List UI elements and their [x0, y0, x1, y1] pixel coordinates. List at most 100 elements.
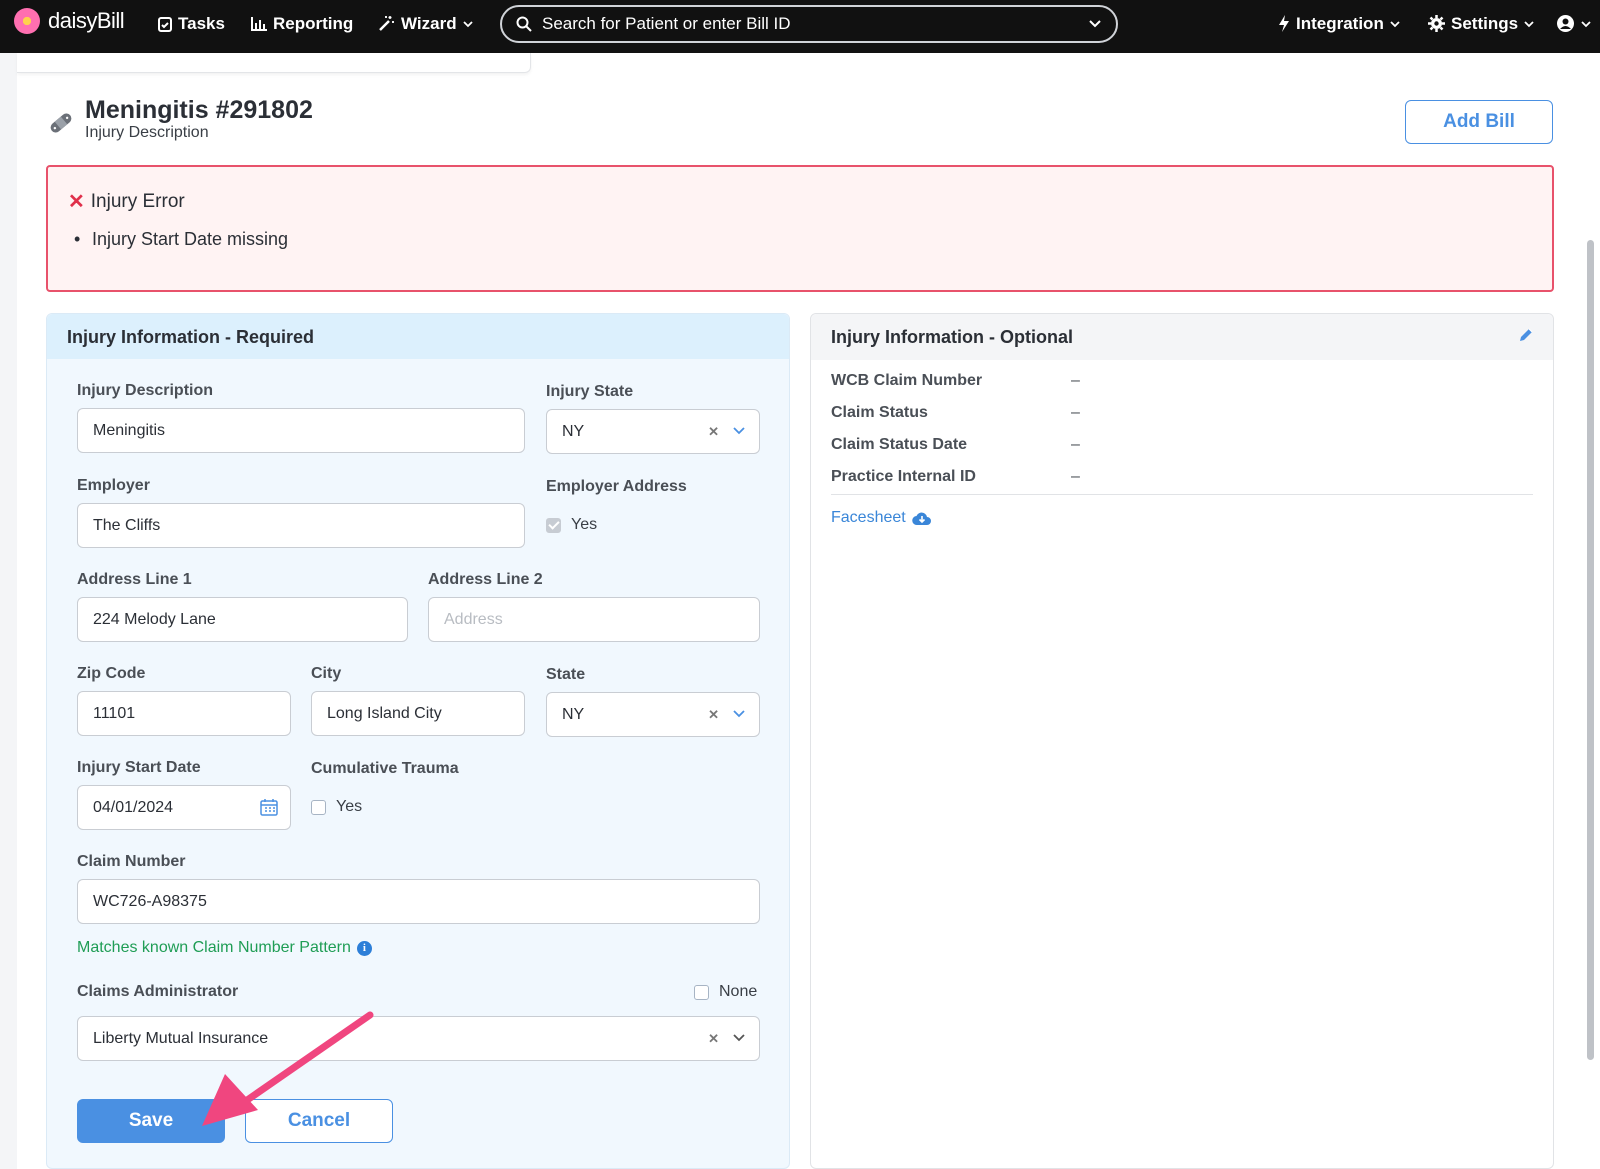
optional-row-label: Claim Status Date	[831, 436, 968, 453]
injury-start-date-label: Injury Start Date	[77, 759, 201, 776]
address-line-1-input[interactable]: 224 Melody Lane	[77, 597, 408, 642]
page-subtitle: Injury Description	[85, 124, 209, 141]
nav-wizard[interactable]: Wizard	[378, 0, 473, 47]
bandage-icon	[50, 113, 72, 133]
required-panel-title: Injury Information - Required	[47, 314, 789, 359]
cloud-download-icon	[911, 512, 931, 525]
chevron-down-icon[interactable]	[1088, 19, 1102, 29]
page-title: Meningitis #291802	[85, 96, 313, 124]
optional-row-value: –	[1071, 468, 1080, 485]
employer-address-checkbox[interactable]: Yes	[546, 516, 597, 534]
error-title: ✕ Injury Error	[68, 189, 185, 214]
optional-info-panel: Injury Information - Optional WCB Claim …	[810, 313, 1554, 1169]
claims-administrator-label: Claims Administrator	[77, 983, 239, 1000]
error-alert: ✕ Injury Error Injury Start Date missing	[46, 165, 1554, 292]
add-bill-button[interactable]: Add Bill	[1405, 100, 1553, 144]
chevron-down-icon	[1390, 20, 1400, 27]
nav-wizard-label: Wizard	[401, 13, 457, 33]
employer-input[interactable]: The Cliffs	[77, 503, 525, 548]
user-menu[interactable]	[1556, 0, 1591, 47]
calendar-icon[interactable]	[260, 798, 278, 816]
chevron-down-icon	[462, 20, 473, 27]
chevron-down-icon[interactable]	[731, 1029, 747, 1045]
injury-description-input[interactable]: Meningitis	[77, 408, 525, 453]
gear-icon	[1428, 15, 1445, 32]
claim-number-input[interactable]: WC726-A98375	[77, 879, 760, 924]
save-button[interactable]: Save	[77, 1099, 225, 1143]
claims-admin-none-label: None	[719, 983, 758, 1000]
chevron-down-icon	[1581, 20, 1591, 27]
optional-panel-title-text: Injury Information - Optional	[831, 327, 1073, 347]
address-line-2-input[interactable]: Address	[428, 597, 760, 642]
cumulative-trauma-option: Yes	[336, 798, 363, 815]
optional-row-value: –	[1071, 404, 1080, 421]
cumulative-trauma-checkbox[interactable]: Yes	[311, 798, 362, 816]
error-title-text: Injury Error	[90, 190, 185, 212]
clear-icon[interactable]: ✕	[708, 424, 719, 440]
optional-row-label: Practice Internal ID	[831, 468, 976, 485]
search-icon	[516, 16, 532, 32]
info-icon[interactable]: i	[356, 940, 372, 956]
nav-reporting-label: Reporting	[273, 13, 354, 33]
logo-text: daisyBill	[48, 8, 125, 33]
facesheet-link[interactable]: Facesheet	[831, 509, 932, 527]
claims-administrator-select[interactable]: Liberty Mutual Insurance ✕	[77, 1016, 760, 1061]
nav-reporting[interactable]: Reporting	[251, 0, 353, 47]
search-bar[interactable]: Search for Patient or enter Bill ID	[500, 5, 1118, 43]
checkbox-unchecked[interactable]	[311, 799, 326, 815]
error-x-icon: ✕	[68, 191, 85, 213]
collapsed-card-edge	[17, 53, 531, 73]
clipboard-icon	[158, 16, 172, 32]
chevron-down-icon	[1524, 20, 1534, 27]
claim-number-label: Claim Number	[77, 853, 186, 870]
injury-start-date-value: 04/01/2024	[93, 798, 174, 816]
state-value: NY	[562, 705, 585, 723]
injury-start-date-input[interactable]: 04/01/2024	[77, 785, 291, 830]
nav-integration-label: Integration	[1296, 13, 1384, 33]
optional-panel-title: Injury Information - Optional	[811, 314, 1553, 360]
zip-code-label: Zip Code	[77, 665, 146, 682]
scrollbar[interactable]	[1587, 240, 1594, 1060]
address-line-1-label: Address Line 1	[77, 571, 192, 588]
nav-integration[interactable]: Integration	[1278, 0, 1400, 47]
employer-address-option: Yes	[571, 516, 598, 533]
nav-settings[interactable]: Settings	[1428, 0, 1534, 47]
injury-state-value: NY	[562, 422, 585, 440]
state-label: State	[546, 666, 586, 683]
left-gutter	[0, 53, 17, 1169]
pencil-icon[interactable]	[1517, 326, 1535, 344]
claim-number-hint-text: Matches known Claim Number Pattern	[77, 939, 351, 956]
error-item: Injury Start Date missing	[74, 229, 288, 250]
zip-code-input[interactable]: 11101	[77, 691, 291, 736]
clear-icon[interactable]: ✕	[708, 1031, 719, 1047]
optional-row-value: –	[1071, 372, 1080, 389]
checkbox-unchecked[interactable]	[694, 984, 709, 1000]
injury-description-label: Injury Description	[77, 382, 214, 399]
top-navbar: daisyBill Tasks Reporting Wizard Search …	[0, 0, 1600, 53]
city-input[interactable]: Long Island City	[311, 691, 525, 736]
claim-number-hint: Matches known Claim Number Pattern i	[77, 939, 372, 957]
divider	[831, 494, 1533, 495]
cancel-button[interactable]: Cancel	[245, 1099, 393, 1143]
employer-label: Employer	[77, 477, 150, 494]
state-select[interactable]: NY ✕	[546, 692, 760, 737]
injury-state-select[interactable]: NY ✕	[546, 409, 760, 454]
claims-administrator-value: Liberty Mutual Insurance	[93, 1029, 269, 1047]
search-input[interactable]: Search for Patient or enter Bill ID	[542, 14, 1078, 34]
address-line-2-label: Address Line 2	[428, 571, 543, 588]
chevron-down-icon[interactable]	[731, 705, 747, 721]
chevron-down-icon[interactable]	[731, 422, 747, 438]
city-label: City	[311, 665, 342, 682]
nav-tasks-label: Tasks	[178, 13, 225, 33]
employer-address-label: Employer Address	[546, 478, 687, 495]
nav-tasks[interactable]: Tasks	[158, 0, 225, 47]
logo[interactable]: daisyBill	[14, 8, 125, 34]
claims-admin-none-checkbox[interactable]: None	[694, 983, 757, 1001]
checkbox-checked[interactable]	[546, 517, 561, 533]
clear-icon[interactable]: ✕	[708, 707, 719, 723]
bar-chart-icon	[251, 16, 267, 31]
optional-row-label: WCB Claim Number	[831, 372, 983, 389]
optional-row-label: Claim Status	[831, 404, 928, 421]
facesheet-label: Facesheet	[831, 509, 906, 526]
nav-settings-label: Settings	[1451, 13, 1519, 33]
